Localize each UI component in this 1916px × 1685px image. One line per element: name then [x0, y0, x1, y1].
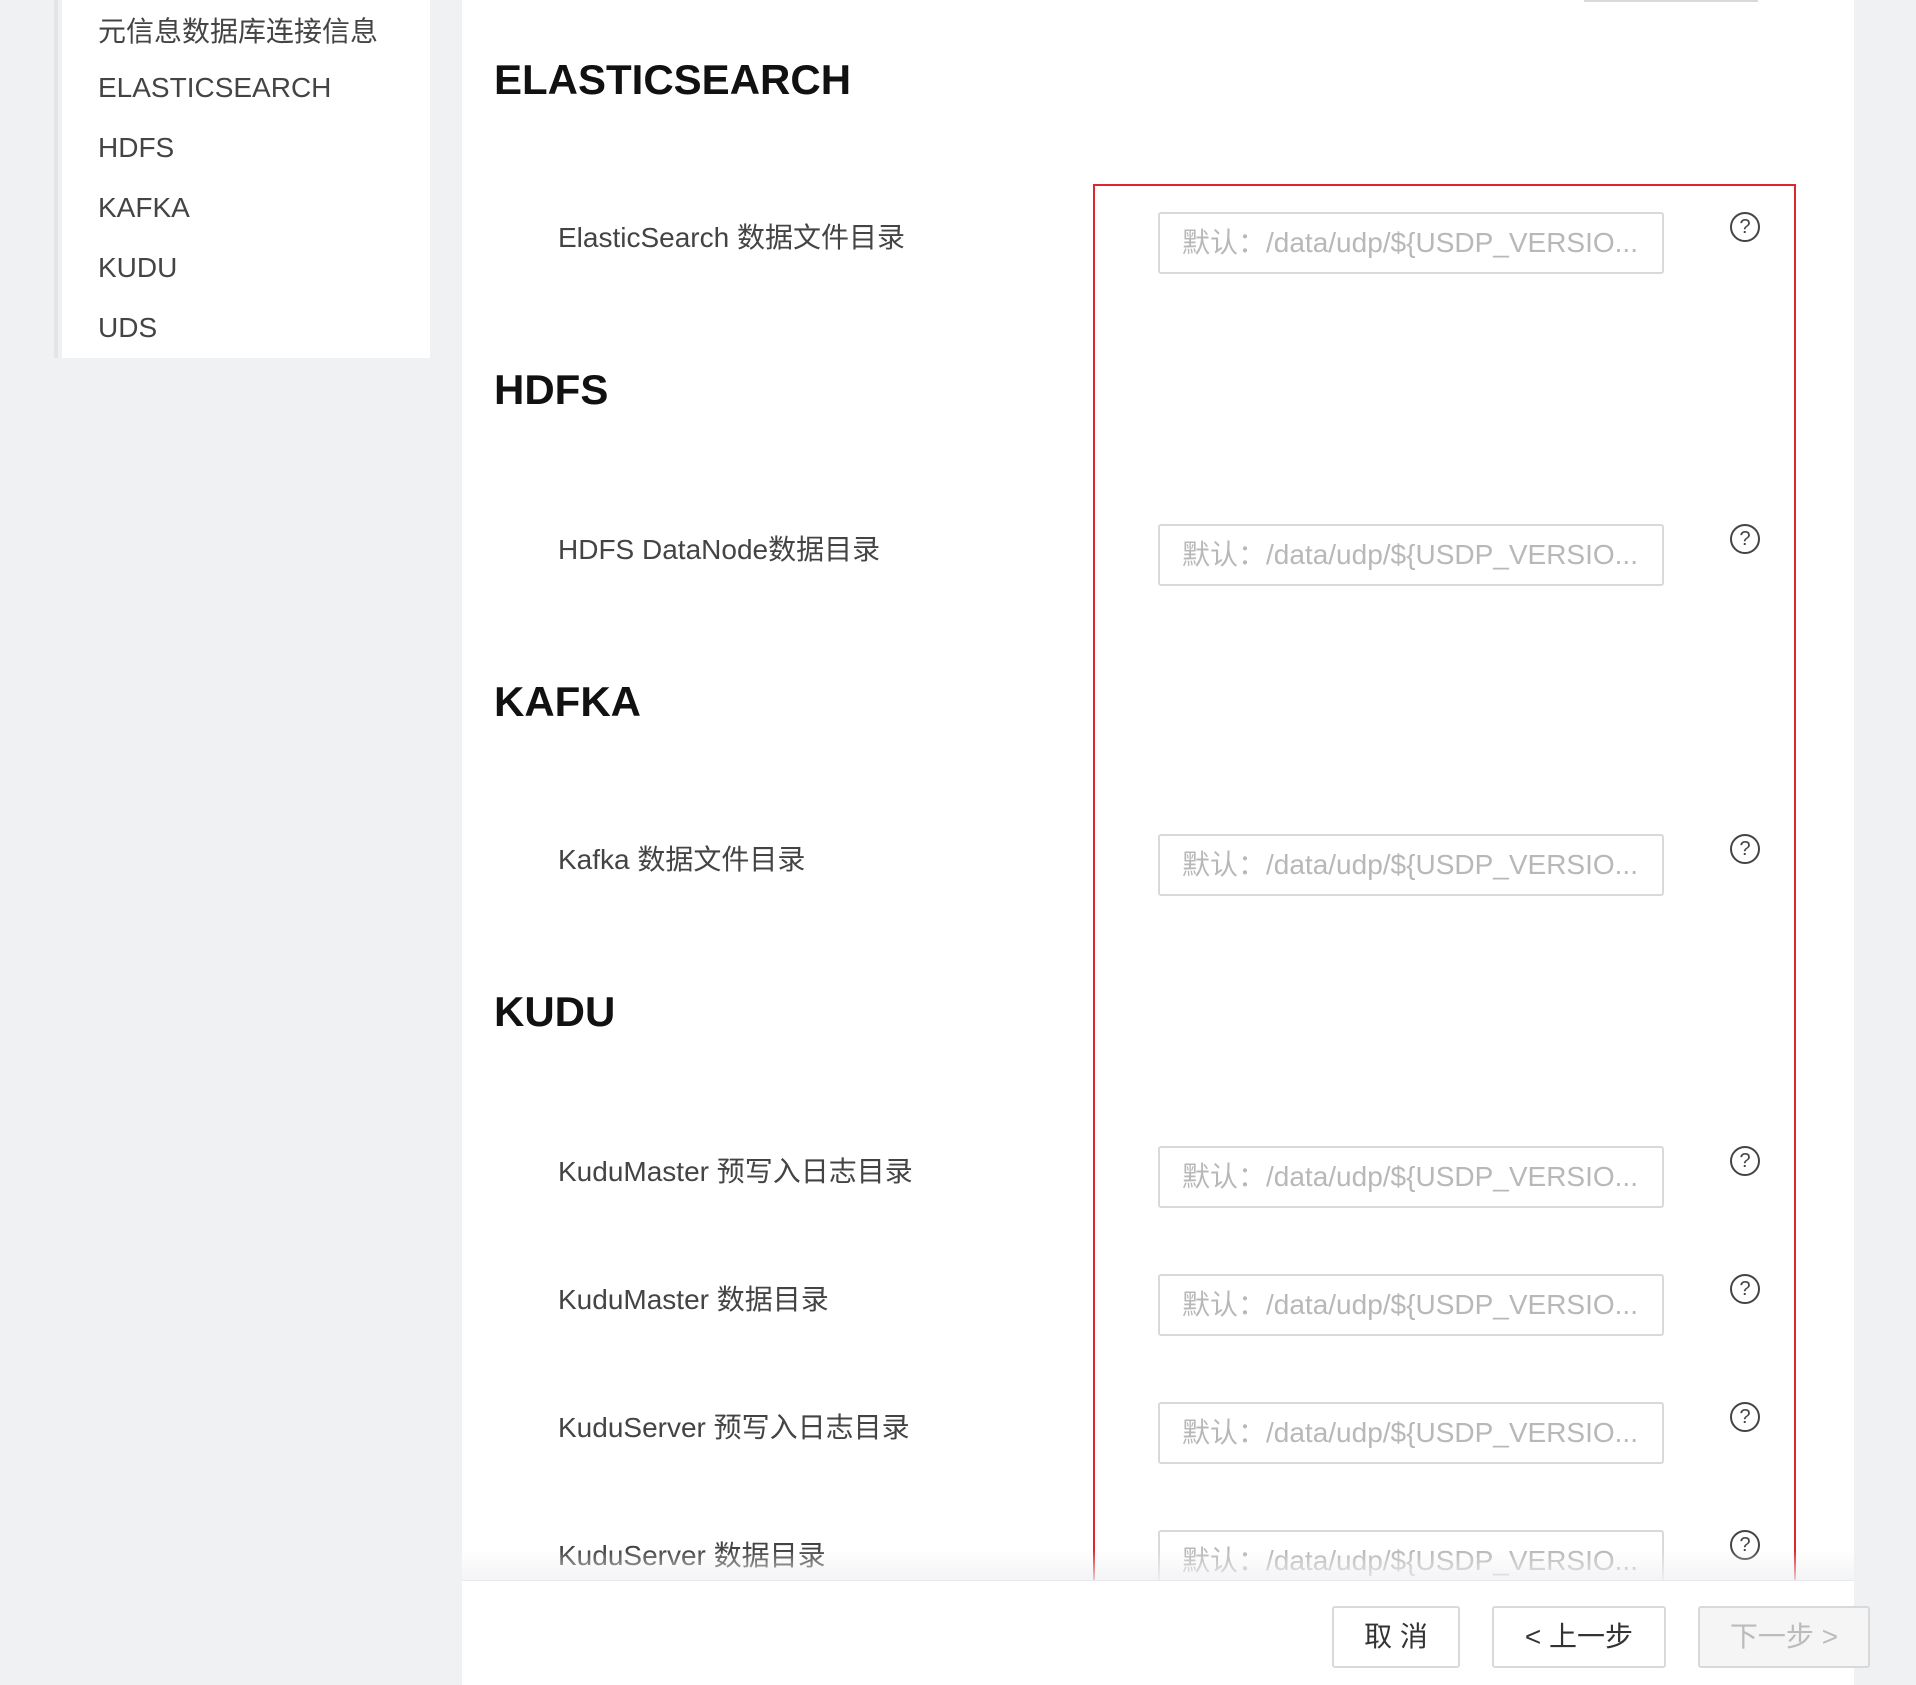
- elasticsearch-data-dir-input[interactable]: [1158, 212, 1664, 274]
- sidebar-item-kudu[interactable]: KUDU: [98, 252, 177, 284]
- kafka-data-dir-input[interactable]: [1158, 834, 1664, 896]
- section-title-kafka: KAFKA: [494, 678, 641, 725]
- sidebar-item-kafka[interactable]: KAFKA: [98, 192, 190, 224]
- help-icon[interactable]: ?: [1730, 1402, 1760, 1432]
- field-label: ElasticSearch 数据文件目录: [558, 222, 905, 253]
- field-label: HDFS DataNode数据目录: [558, 534, 881, 565]
- section-title-elasticsearch: ELASTICSEARCH: [494, 56, 852, 103]
- cancel-button[interactable]: 取 消: [1332, 1606, 1460, 1668]
- sidebar-item-metadata-db[interactable]: 元信息数据库连接信息: [98, 10, 378, 50]
- sidebar-rail: [54, 0, 58, 358]
- previous-step-button[interactable]: < 上一步: [1492, 1606, 1666, 1668]
- top-divider: [1584, 0, 1758, 2]
- section-title-kudu: KUDU: [494, 988, 616, 1035]
- hdfs-datanode-dir-input[interactable]: [1158, 524, 1664, 586]
- kudumaster-wal-dir-input[interactable]: [1158, 1146, 1664, 1208]
- help-icon[interactable]: ?: [1730, 1146, 1760, 1176]
- help-icon[interactable]: ?: [1730, 834, 1760, 864]
- sidebar-item-uds[interactable]: UDS: [98, 312, 157, 344]
- field-label: KuduMaster 数据目录: [558, 1284, 829, 1315]
- field-label: Kafka 数据文件目录: [558, 844, 806, 875]
- help-icon[interactable]: ?: [1730, 1274, 1760, 1304]
- field-label: KuduMaster 预写入日志目录: [558, 1156, 913, 1187]
- sidebar-item-elasticsearch[interactable]: ELASTICSEARCH: [98, 72, 331, 104]
- help-icon[interactable]: ?: [1730, 524, 1760, 554]
- sidebar-item-hdfs[interactable]: HDFS: [98, 132, 174, 164]
- sidebar-nav: [62, 0, 430, 358]
- scroll-fade: [0, 1550, 1916, 1580]
- next-step-button[interactable]: 下一步 >: [1698, 1606, 1870, 1668]
- kudumaster-data-dir-input[interactable]: [1158, 1274, 1664, 1336]
- section-title-hdfs: HDFS: [494, 366, 609, 413]
- help-icon[interactable]: ?: [1730, 212, 1760, 242]
- kuduserver-wal-dir-input[interactable]: [1158, 1402, 1664, 1464]
- field-label: KuduServer 预写入日志目录: [558, 1412, 910, 1443]
